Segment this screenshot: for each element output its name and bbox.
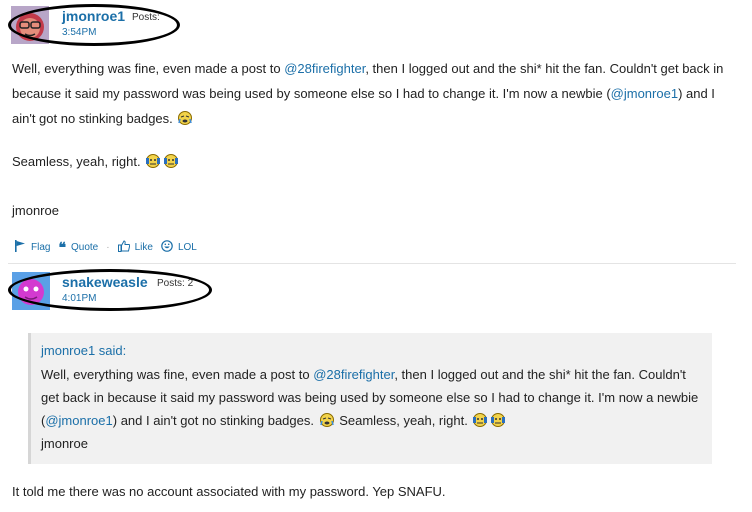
mention-link[interactable]: @28firefighter [313,367,394,382]
flag-button[interactable]: Flag [14,240,50,255]
signature: jmonroe [12,203,59,218]
lol-icon [161,240,173,255]
quote-body: ) and I ain't got no stinking badges. [112,413,314,428]
quote-label: Quote [71,242,99,253]
annoyed-emoji [163,151,179,168]
post-body: Well, everything was fine, even made a p… [12,56,734,131]
post-actions: Flag ❝ Quote · Like LOL [14,239,205,256]
mention-link[interactable]: @28firefighter [284,61,365,76]
quote-author-link[interactable]: jmonroe1 said: [41,343,126,358]
annoyed-emoji [472,411,488,427]
highlight-circle [8,269,212,311]
post-body-line: Seamless, yeah, right. [12,149,180,174]
post-divider [8,263,736,264]
body-text: Seamless, yeah, right. [12,154,141,169]
quote-text: Well, everything was fine, even made a p… [41,363,705,455]
body-text: Well, everything was fine, even made a p… [12,61,285,76]
mention-link[interactable]: @jmonroe1 [45,413,112,428]
like-button[interactable]: Like [117,240,153,255]
lol-button[interactable]: LOL [161,240,197,255]
lol-label: LOL [177,242,197,253]
quote-signature: jmonroe [41,436,88,451]
annoyed-emoji [145,151,161,168]
quote-button[interactable]: ❝ Quote [58,239,98,256]
crying-emoji [319,411,335,427]
like-icon [117,240,130,255]
quote-block: jmonroe1 said: Well, everything was fine… [28,333,712,464]
like-label: Like [134,242,153,253]
mention-link[interactable]: @jmonroe1 [611,86,678,101]
annoyed-emoji [490,411,506,427]
quote-body: Well, everything was fine, even made a p… [41,367,314,382]
crying-emoji [177,108,193,125]
quote-icon: ❝ [58,239,66,255]
separator: · [106,242,110,253]
flag-label: Flag [31,242,51,253]
reply-text: It told me there was no account associat… [12,484,446,499]
quote-body: Seamless, yeah, right. [335,413,468,428]
flag-icon [14,240,26,255]
highlight-circle [8,4,180,46]
